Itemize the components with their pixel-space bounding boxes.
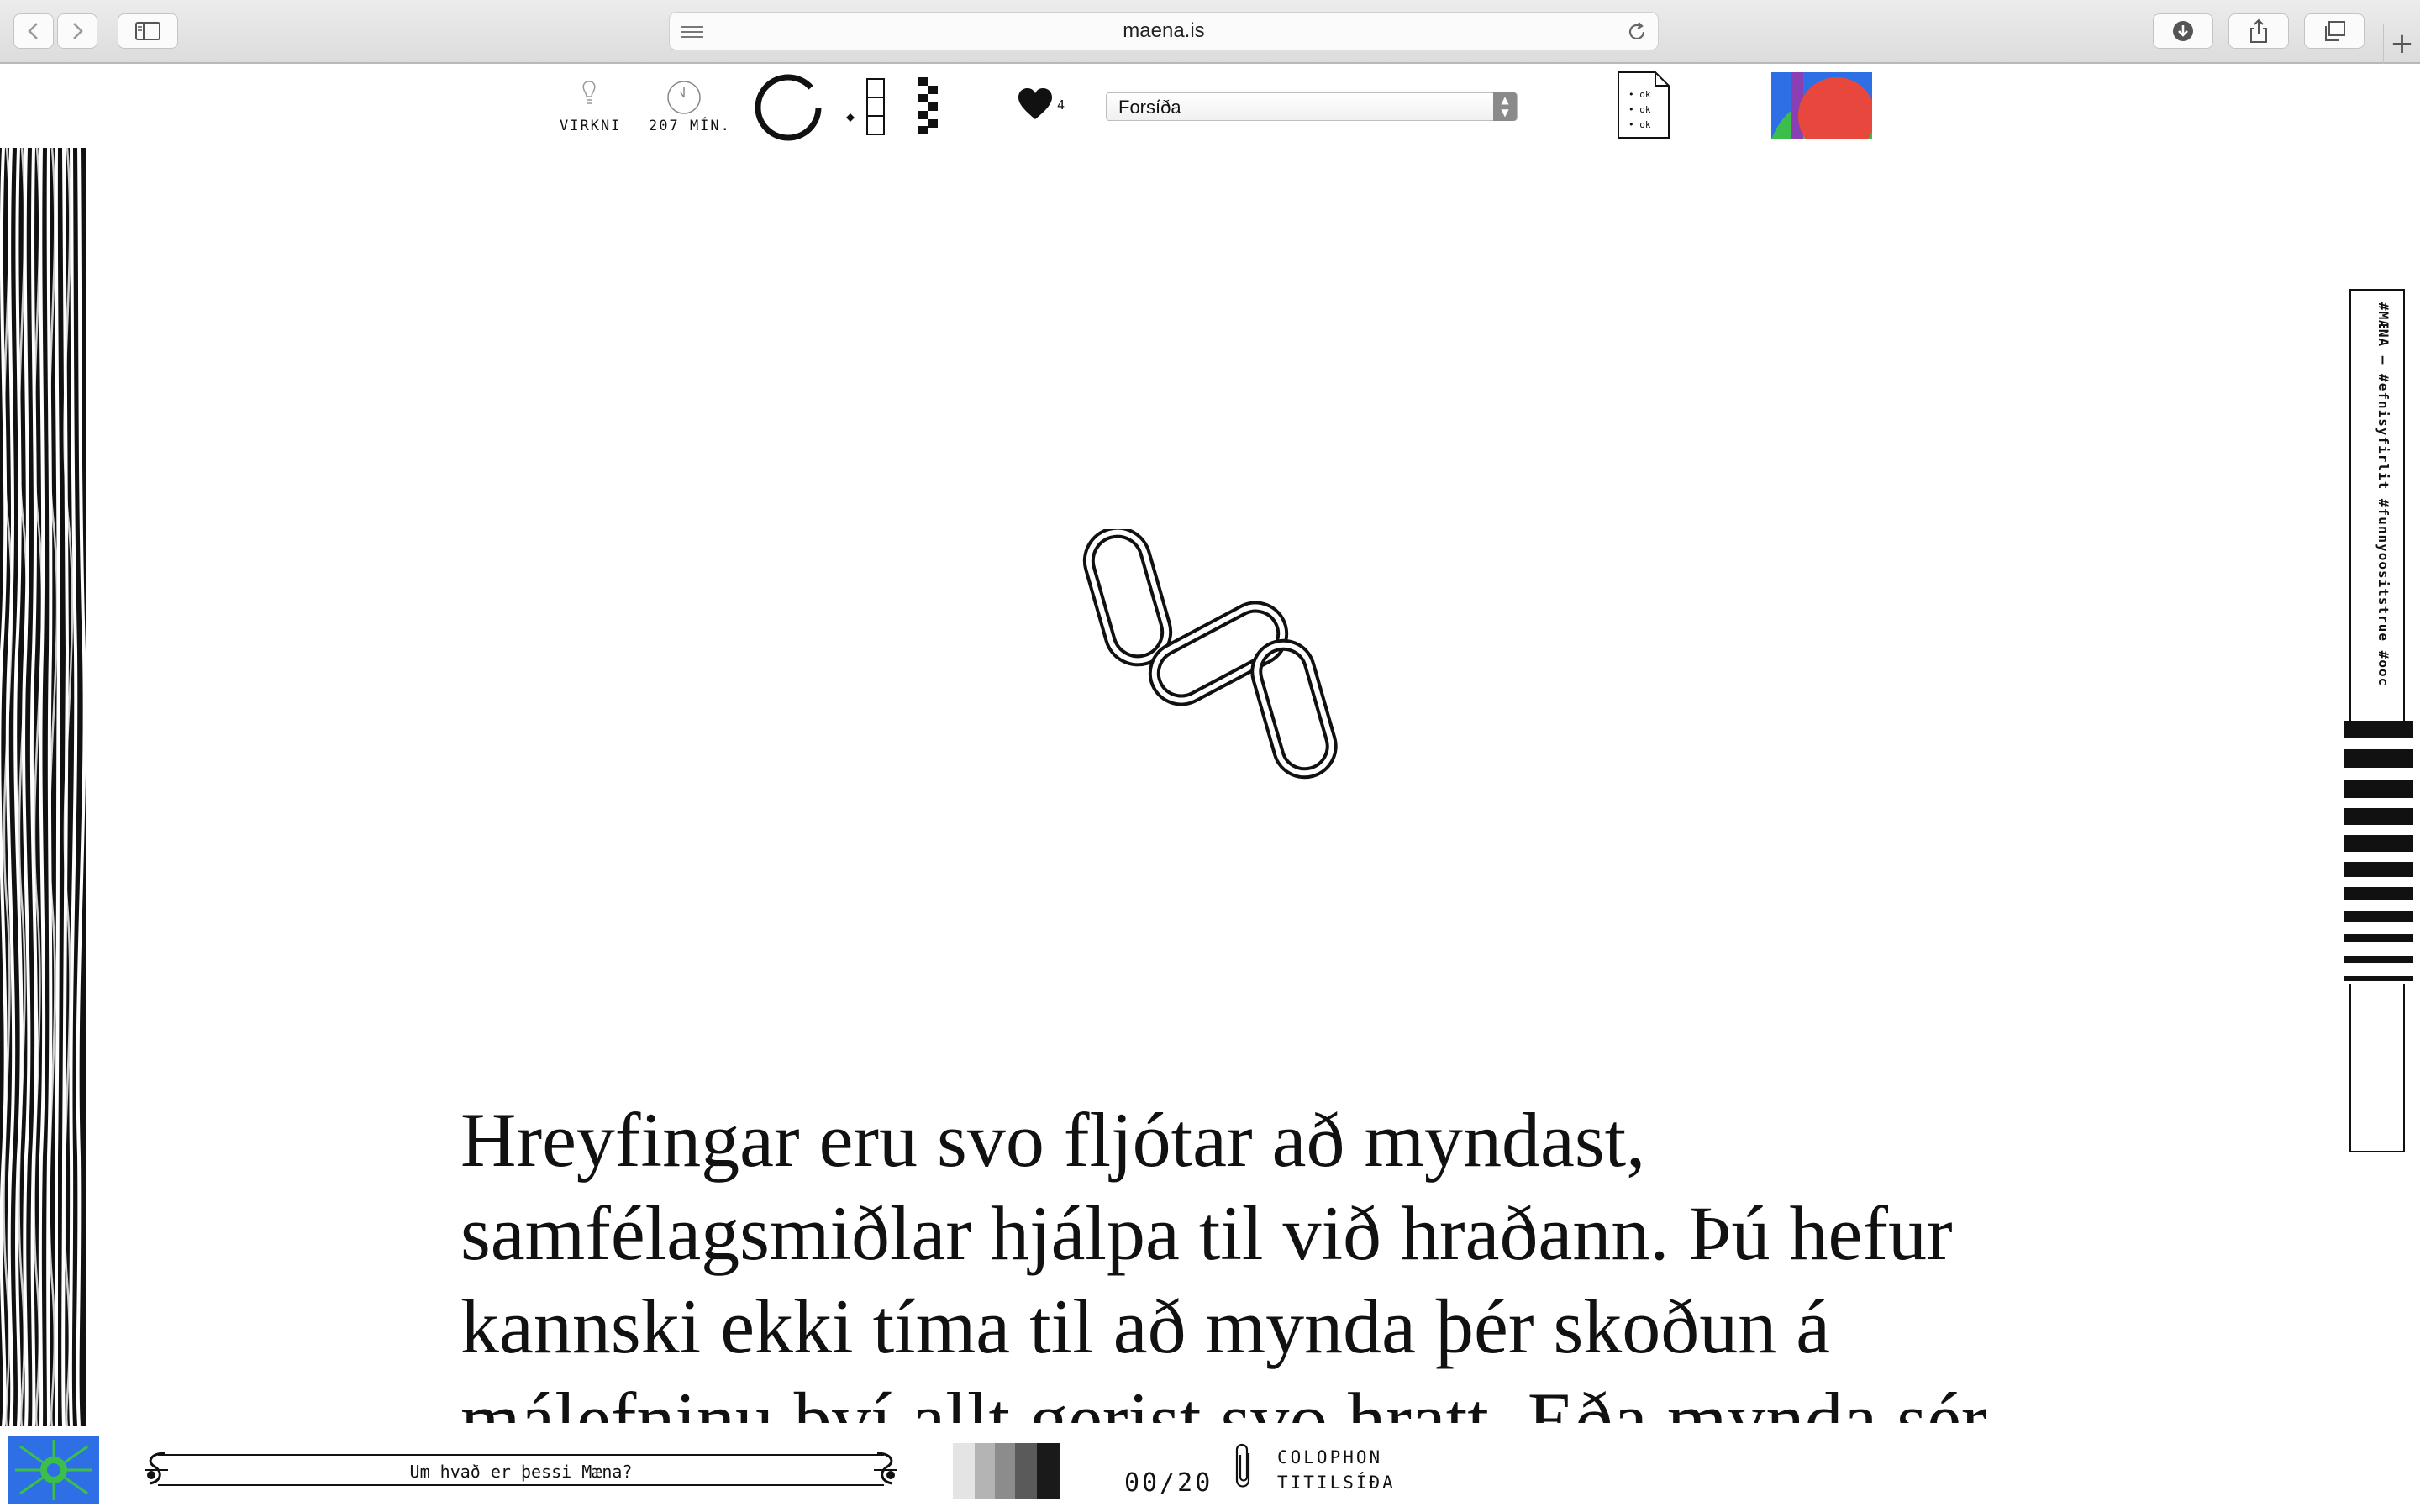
- color-thumbnail[interactable]: [1771, 72, 1872, 139]
- bottom-links: COLOPHON TITILSÍÐA: [1277, 1445, 1396, 1495]
- chevron-right-icon: [73, 23, 83, 39]
- address-bar[interactable]: maena.is: [669, 12, 1659, 50]
- ring-progress-icon[interactable]: [753, 72, 823, 143]
- sidebar-toggle-button[interactable]: [118, 13, 178, 49]
- checker-icon[interactable]: [918, 77, 939, 134]
- heart-icon[interactable]: [1017, 87, 1054, 121]
- time-label: 207 MÍN.: [649, 118, 731, 134]
- column-grid-icon[interactable]: [844, 77, 887, 136]
- ticker-text[interactable]: Um hvað er þessi Mæna?: [143, 1462, 899, 1482]
- doc-line-2: • ok: [1628, 104, 1651, 115]
- tabs-icon: [2325, 21, 2345, 41]
- moire-wave-strip: [0, 148, 86, 1426]
- scroll-bars-indicator[interactable]: [2344, 721, 2413, 984]
- chevron-left-icon: [28, 23, 38, 39]
- back-button[interactable]: [13, 13, 54, 49]
- tabs-overview-button[interactable]: [2304, 13, 2365, 49]
- colophon-link[interactable]: COLOPHON: [1277, 1445, 1396, 1470]
- new-tab-button[interactable]: +: [2383, 24, 2420, 64]
- flower-thumbnail[interactable]: [8, 1436, 99, 1504]
- select-arrows-icon: ▲ ▼: [1493, 92, 1517, 121]
- url-text: maena.is: [1123, 19, 1205, 42]
- share-icon: [2250, 18, 2267, 43]
- grayscale-swatch: [953, 1443, 1060, 1499]
- chain-link-icon: [1082, 529, 1338, 780]
- share-button[interactable]: [2228, 13, 2289, 49]
- reload-icon[interactable]: [1626, 21, 1648, 43]
- paperclip-icon: [1235, 1443, 1250, 1488]
- forward-button[interactable]: [57, 13, 97, 49]
- lightbulb-icon[interactable]: [580, 79, 598, 113]
- browser-chrome: maena.is +: [0, 0, 2420, 64]
- page-counter: 00/20: [1124, 1468, 1213, 1498]
- sidebar-icon: [135, 22, 160, 40]
- intro-paragraph: Hreyfingar eru svo fljótar að myndast, s…: [460, 1097, 1987, 1423]
- activity-label: VIRKNI: [560, 118, 622, 134]
- page-select[interactable]: Forsíða ▲ ▼: [1106, 92, 1518, 121]
- page-select-value: Forsíða: [1118, 97, 1181, 118]
- downloads-button[interactable]: [2153, 13, 2213, 49]
- title-page-link[interactable]: TITILSÍÐA: [1277, 1470, 1396, 1495]
- clock-icon[interactable]: [666, 79, 702, 116]
- ticker-bar[interactable]: Um hvað er þessi Mæna?: [143, 1450, 899, 1490]
- document-icon[interactable]: • ok • ok • ok: [1617, 71, 1670, 139]
- doc-line-3: • ok: [1628, 119, 1651, 130]
- doc-line-1: • ok: [1628, 89, 1651, 100]
- moire-pattern: [0, 148, 86, 1426]
- plus-icon: +: [2390, 27, 2414, 60]
- likes-count: 4: [1057, 97, 1067, 113]
- download-icon: [2173, 21, 2193, 41]
